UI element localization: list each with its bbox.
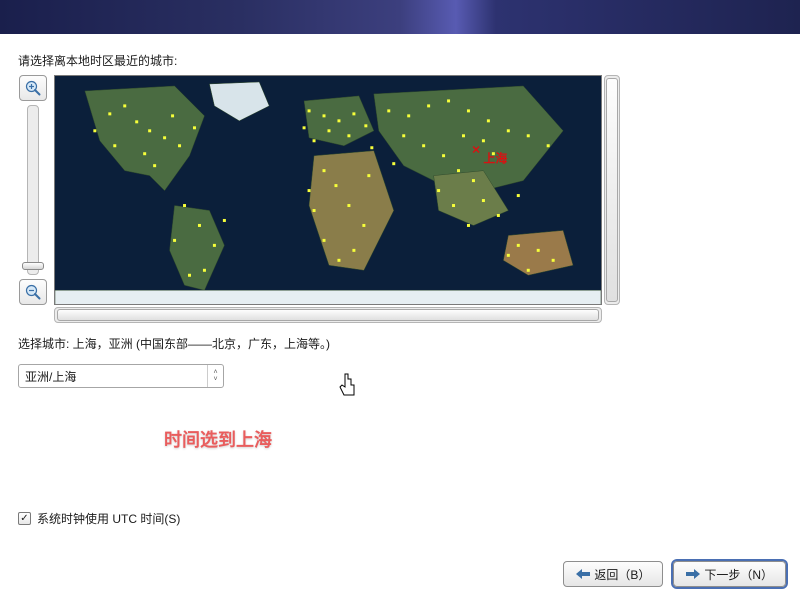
timezone-value: 亚洲/上海: [19, 368, 207, 385]
main-content: 请选择离本地时区最近的城市:: [18, 52, 782, 388]
combobox-spinner[interactable]: ˄ ˅: [207, 365, 223, 387]
chevron-up-icon: ˄: [213, 369, 217, 376]
next-button-label: 下一步（N）: [704, 566, 773, 583]
utc-time-row: ✓ 系统时钟使用 UTC 时间(S): [18, 510, 180, 527]
footer-nav: 返回（B） 下一步（N）: [563, 561, 786, 587]
chevron-down-icon: ˅: [213, 376, 217, 383]
zoom-slider-thumb[interactable]: [22, 262, 44, 270]
map-horizontal-scrollbar[interactable]: [54, 307, 602, 323]
next-button[interactable]: 下一步（N）: [673, 561, 786, 587]
map-vertical-scrollbar[interactable]: [604, 75, 620, 305]
selected-city-info: 选择城市: 上海，亚洲 (中国东部——北京，广东，上海等。): [18, 335, 782, 352]
zoom-in-icon: [25, 80, 41, 96]
selected-city-text: 上海，亚洲 (中国东部——北京，广东，上海等。): [73, 337, 330, 351]
checkmark-icon: ✓: [20, 513, 28, 524]
zoom-column: [18, 75, 48, 305]
zoom-in-button[interactable]: [19, 75, 47, 101]
utc-checkbox[interactable]: ✓: [18, 512, 31, 525]
annotation-label: 时间选到上海: [164, 426, 272, 452]
zoom-out-icon: [25, 284, 41, 300]
zoom-out-button[interactable]: [19, 279, 47, 305]
timezone-map[interactable]: ✕ 上海: [54, 75, 602, 305]
map-row: ✕ 上海: [18, 75, 782, 305]
timezone-prompt: 请选择离本地时区最近的城市:: [18, 52, 782, 69]
back-button[interactable]: 返回（B）: [563, 561, 663, 587]
selected-city-prefix: 选择城市:: [18, 337, 73, 351]
back-button-label: 返回（B）: [594, 566, 650, 583]
installer-header: [0, 0, 800, 34]
arrow-left-icon: [576, 569, 590, 579]
utc-checkbox-label: 系统时钟使用 UTC 时间(S): [37, 510, 180, 527]
world-map-svg: ✕ 上海: [55, 76, 601, 305]
svg-text:✕: ✕: [471, 145, 480, 157]
zoom-slider[interactable]: [27, 105, 39, 275]
arrow-right-icon: [686, 569, 700, 579]
timezone-combobox[interactable]: 亚洲/上海 ˄ ˅: [18, 364, 224, 388]
svg-text:上海: 上海: [483, 151, 507, 166]
